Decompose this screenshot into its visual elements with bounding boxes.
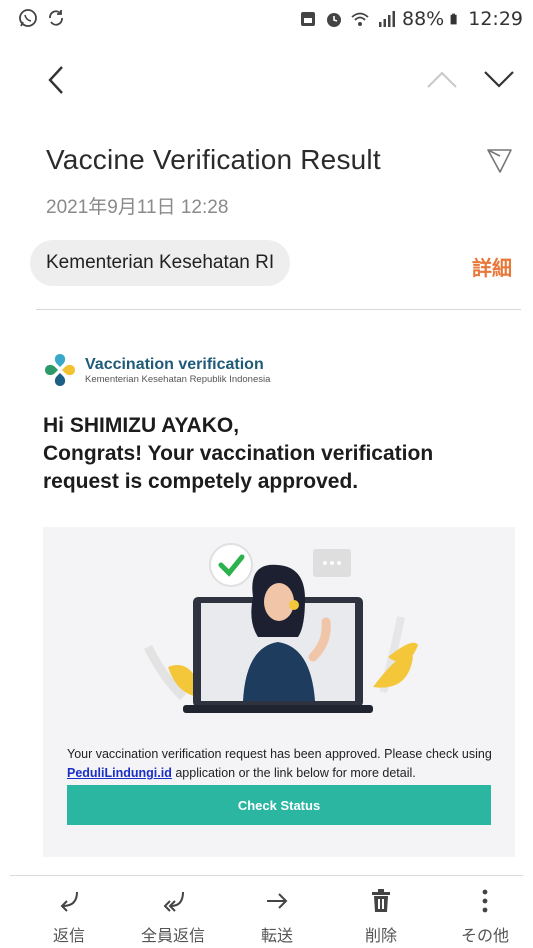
back-arrow-icon[interactable]: [40, 63, 74, 97]
details-link[interactable]: 詳細: [472, 252, 512, 281]
brand-subtitle: Kementerian Kesehatan Republik Indonesia: [85, 373, 271, 385]
battery-level: 88%: [402, 8, 445, 30]
reply-label: 返信: [52, 926, 85, 945]
peduli-lindungi-link[interactable]: PeduliLindungi.id: [67, 766, 172, 780]
check-status-button[interactable]: Check Status: [67, 785, 491, 825]
email-subject: Vaccine Verification Result: [46, 144, 381, 175]
more-button[interactable]: その他: [440, 888, 530, 946]
greeting-message: Congrats! Your vaccination verification …: [43, 442, 434, 493]
forward-button[interactable]: 転送: [232, 888, 322, 946]
brand-title: Vaccination verification: [85, 355, 264, 373]
greeting: Hi SHIMIZU AYAKO, Congrats! Your vaccina…: [43, 412, 513, 496]
nav-bar: [0, 55, 533, 105]
forward-icon: [267, 893, 288, 909]
brand-header: Vaccination verification Kementerian Kes…: [43, 352, 270, 388]
status-bar: 88% 12:29: [0, 0, 533, 40]
signal-icon: [379, 11, 395, 27]
reply-all-icon: [163, 891, 184, 912]
reply-icon: [60, 891, 78, 912]
alarm-icon: [327, 13, 341, 27]
reply-button[interactable]: 返信: [24, 888, 114, 946]
greeting-name: Hi SHIMIZU AYAKO,: [43, 414, 240, 437]
next-email-chevron-down-icon[interactable]: [482, 67, 516, 91]
reply-all-label: 全員返信: [140, 926, 205, 945]
sender-name: Kementerian Kesehatan RI: [46, 252, 275, 273]
previous-email-chevron-up-icon: [427, 71, 457, 88]
approval-card: Your vaccination verification request ha…: [43, 527, 515, 857]
clock: 12:29: [468, 8, 523, 30]
approval-message: Your vaccination verification request ha…: [67, 745, 497, 783]
battery-icon: [450, 13, 457, 25]
sync-icon: [49, 10, 63, 26]
peduli-lindungi-logo: [45, 354, 75, 386]
wifi-icon: [351, 12, 369, 26]
trash-icon: [372, 889, 390, 912]
delete-label: 削除: [364, 926, 397, 945]
flag-icon[interactable]: [484, 146, 514, 176]
image-notification-icon: [301, 12, 315, 26]
more-vertical-icon: [482, 889, 488, 913]
divider: [36, 309, 521, 310]
message-text-end: application or the link below for more d…: [171, 766, 416, 780]
action-bar: 返信 全員返信 転送 削除 その他: [0, 880, 533, 948]
bottom-divider: [10, 875, 523, 876]
message-text-start: Your vaccination verification request ha…: [67, 747, 492, 761]
sender-chip[interactable]: Kementerian Kesehatan RI: [30, 240, 291, 286]
email-date: 2021年9月11日 12:28: [46, 197, 229, 218]
more-label: その他: [460, 926, 509, 945]
reply-all-button[interactable]: 全員返信: [128, 888, 218, 946]
forward-label: 転送: [260, 926, 293, 945]
approval-illustration: [143, 543, 418, 713]
delete-button[interactable]: 削除: [336, 888, 426, 946]
whatsapp-icon: [19, 9, 37, 27]
